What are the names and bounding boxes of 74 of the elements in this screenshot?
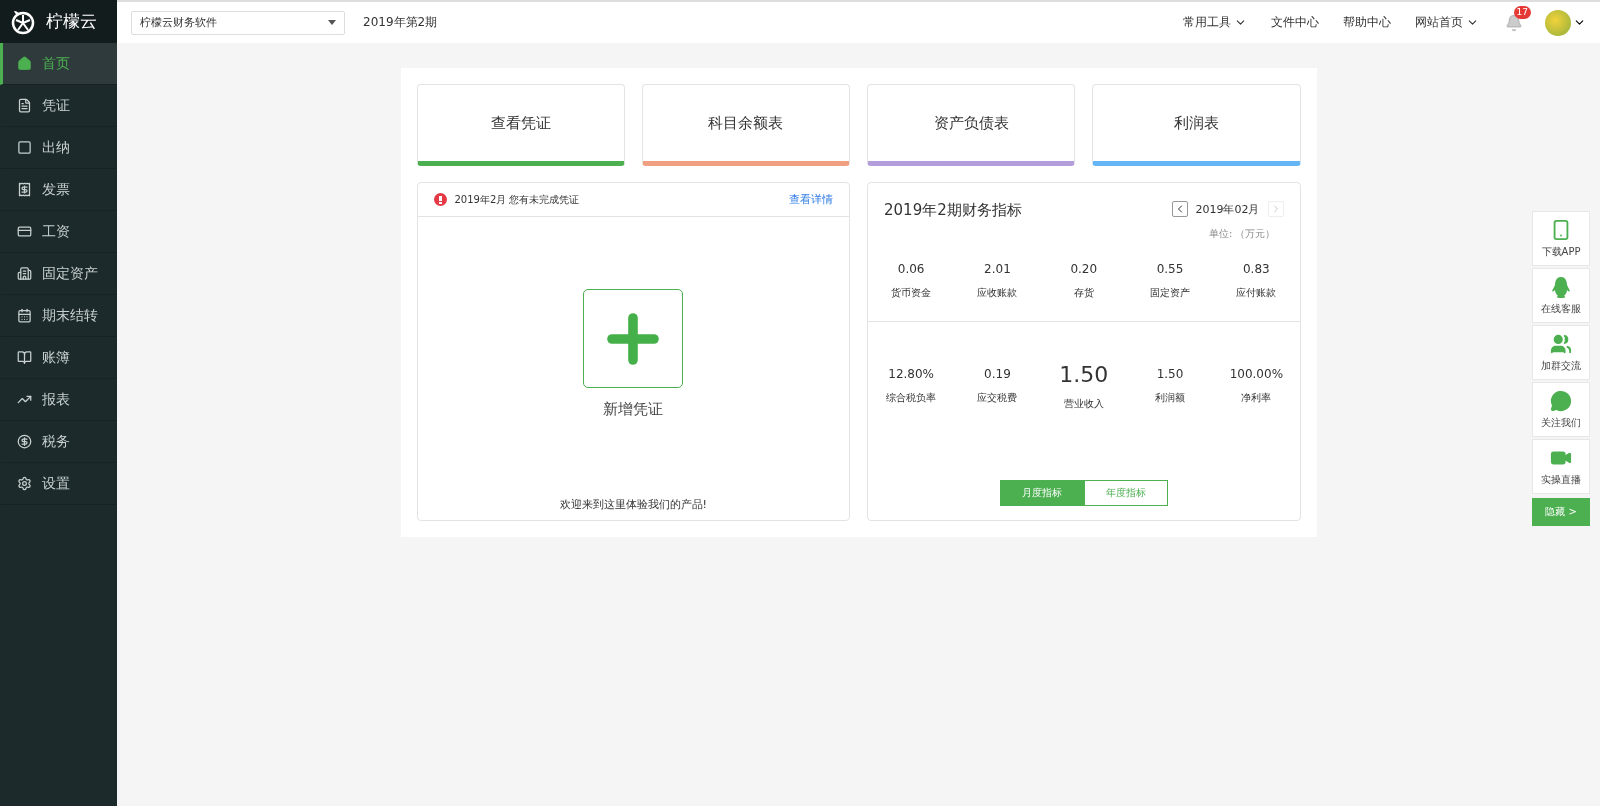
float-menu-item[interactable]: 在线客服 [1532,268,1590,323]
calendar-icon [17,308,32,323]
metric-value: 0.06 [897,262,925,276]
logo-text: 柠檬云 [46,10,97,33]
shortcut-card[interactable]: 资产负债表 [867,84,1076,166]
people-icon [1550,332,1572,355]
metric-label: 应交税费 [977,391,1018,405]
menu-link[interactable]: 文件中心 [1271,14,1319,31]
metric-value: 1.50 [1059,361,1109,387]
float-menu-item[interactable]: 下载APP [1532,211,1590,266]
lemon-logo-icon [10,8,36,35]
menu-link[interactable]: 常用工具 [1183,14,1247,31]
bell-icon[interactable] [1505,13,1523,32]
metric-label: 利润额 [1155,391,1186,405]
book-icon [17,350,32,365]
metric-value: 100.00% [1229,367,1284,381]
account-select[interactable]: 柠檬云财务软件 [131,10,345,35]
metric-value: 2.01 [984,262,1011,276]
details-link[interactable]: 查看详情 [789,192,833,207]
avatar [1545,9,1571,36]
alert-icon [433,193,447,206]
dollar-icon [17,434,32,449]
notification-badge: 17 [1513,5,1531,19]
nav-item[interactable]: 发票 [0,169,117,211]
metric-label: 净利率 [1241,391,1272,405]
metric-label: 存货 [1073,286,1094,300]
chat-bubble-icon [1550,389,1572,412]
metric-value: 0.55 [1156,262,1184,276]
menu-link[interactable]: 网站首页 [1415,14,1479,31]
nav-item[interactable]: 设置 [0,463,117,505]
welcome-text: 欢迎来到这里体验我们的产品! [559,497,707,512]
metric-value: 0.83 [1243,262,1270,276]
nav-item[interactable]: 报表 [0,379,117,421]
metric-label: 固定资产 [1150,286,1191,300]
metric-label: 营业收入 [1063,396,1104,411]
month-label: 2019年02月 [1195,201,1260,217]
add-voucher-label: 新增凭证 [603,400,664,419]
metric-label: 综合税负率 [886,391,937,405]
home-icon [17,56,32,71]
nav-item[interactable]: 凭证 [0,85,117,127]
metric-value: 1.50 [1156,367,1184,381]
nav-item[interactable]: 期末结转 [0,295,117,337]
shortcut-card[interactable]: 利润表 [1092,84,1301,166]
document-icon [17,98,32,113]
settings-icon [17,476,32,491]
card-icon [17,224,32,239]
add-voucher-button[interactable] [583,289,684,388]
shortcut-card[interactable]: 查看凭证 [416,84,625,166]
nav-item[interactable]: 税务 [0,421,117,463]
metric-label: 货币资金 [891,286,932,300]
metric-value: 0.20 [1070,262,1098,276]
unit-label: 单位: （万元） [1208,227,1276,241]
metric-label: 应付账款 [1236,286,1277,300]
previous-month-button[interactable] [1171,201,1188,217]
float-menu-item[interactable]: 实操直播 [1532,439,1590,494]
metric-label: 应收账款 [977,286,1018,300]
menu-link[interactable]: 帮助中心 [1343,14,1391,31]
float-menu-item[interactable]: 加群交流 [1532,325,1590,380]
float-menu-item[interactable]: 关注我们 [1532,382,1590,437]
nav-item[interactable]: 固定资产 [0,253,117,295]
metric-value: 12.80% [888,367,935,381]
metric-value: 0.19 [984,367,1011,381]
alert-text: 2019年2月 您有未完成凭证 [454,192,580,207]
avatar-menu[interactable] [1545,9,1586,36]
receipt-icon [17,182,32,197]
metrics-title: 2019年2期财务指标 [884,201,1022,221]
penguin-icon [1551,275,1571,298]
nav-item[interactable]: 首页 [0,43,117,85]
nav-item[interactable]: 出纳 [0,127,117,169]
nav-item[interactable]: 账簿 [0,337,117,379]
building-icon [17,266,32,281]
shortcut-card[interactable]: 科目余额表 [641,84,850,166]
nav-item[interactable]: 工资 [0,211,117,253]
period-label: 2019年第2期 [363,14,438,31]
